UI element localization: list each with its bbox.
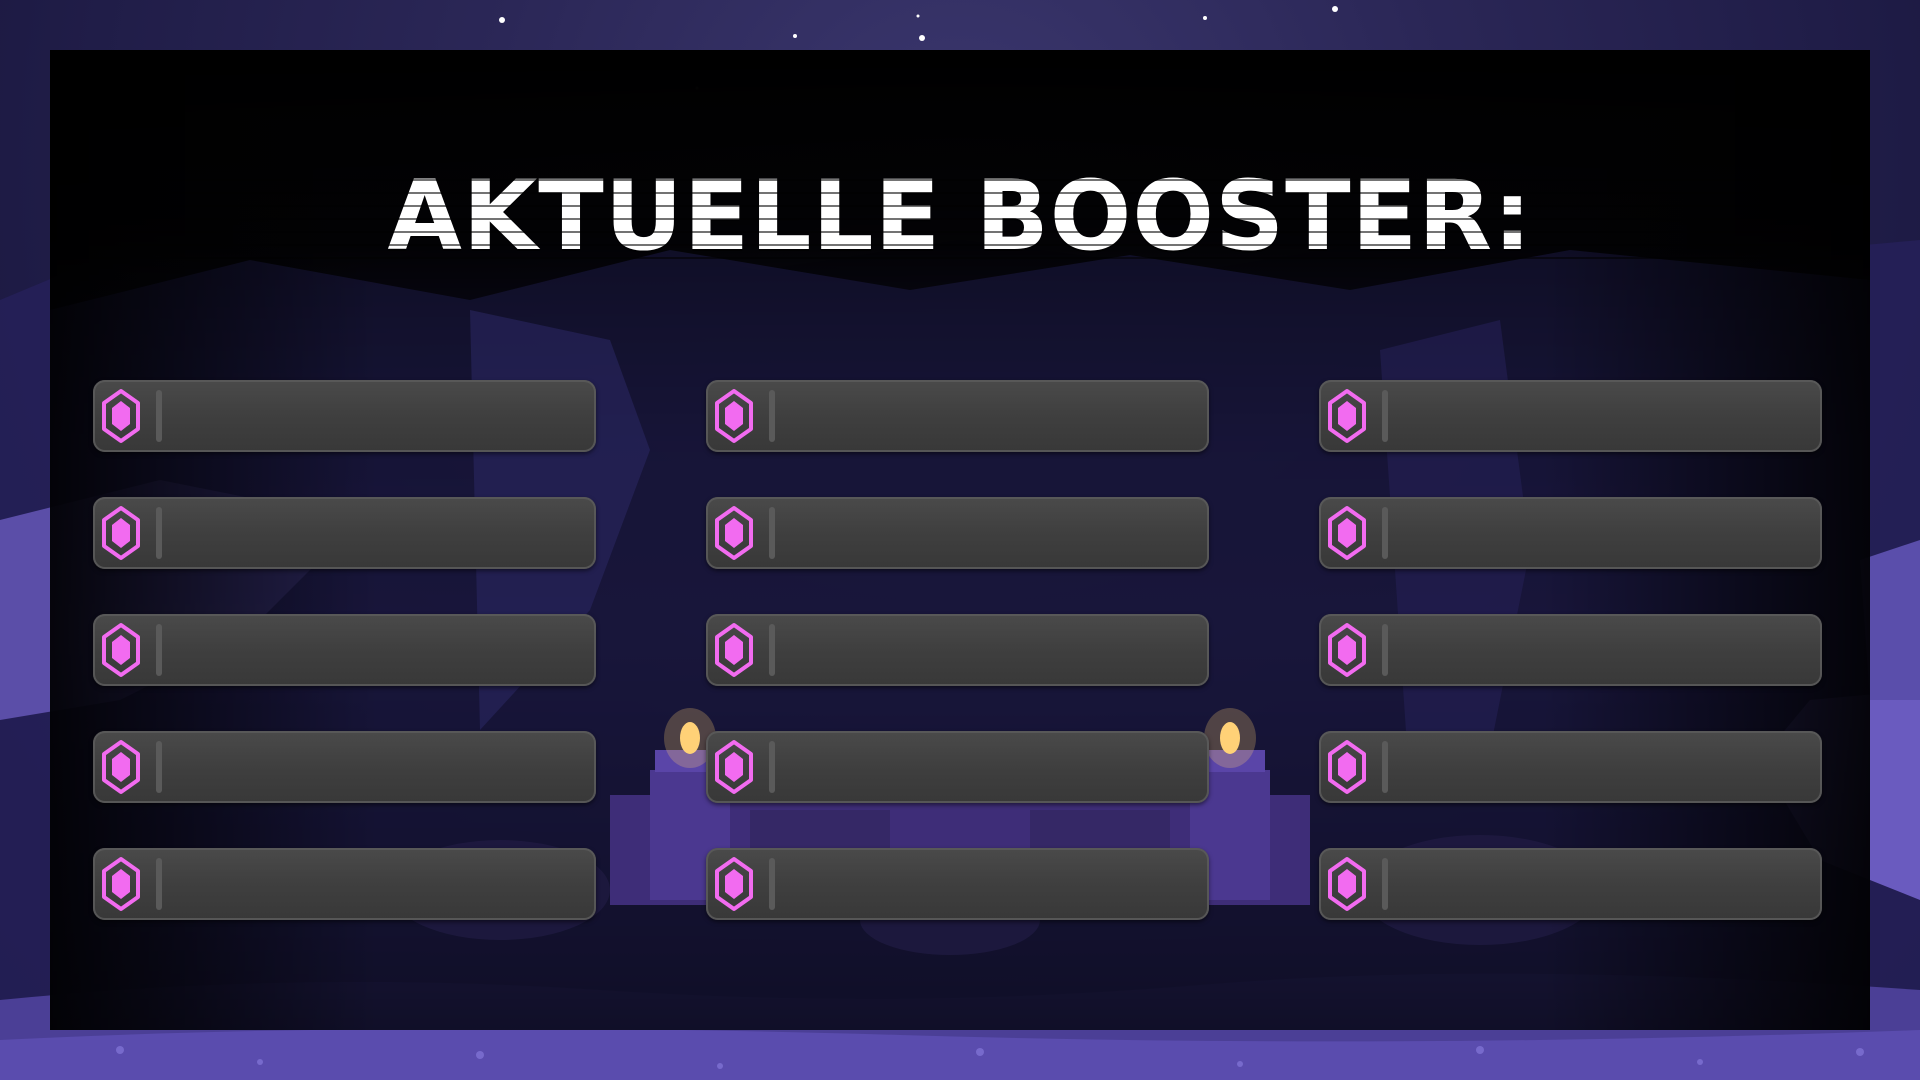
booster-slot-c2-r1[interactable] xyxy=(706,380,1209,452)
pink-gem-icon xyxy=(102,623,140,677)
slot-divider xyxy=(1382,741,1388,793)
booster-slot-c2-r4[interactable] xyxy=(706,731,1209,803)
pink-gem-icon xyxy=(1328,389,1366,443)
booster-slot-c1-r4[interactable] xyxy=(93,731,596,803)
slot-divider xyxy=(156,858,162,910)
slot-divider xyxy=(1382,624,1388,676)
pink-gem-icon xyxy=(102,389,140,443)
slot-divider xyxy=(156,390,162,442)
booster-slot-c3-r2[interactable] xyxy=(1319,497,1822,569)
booster-slot-c1-r5[interactable] xyxy=(93,848,596,920)
pink-gem-icon xyxy=(1328,740,1366,794)
slot-divider xyxy=(769,390,775,442)
pink-gem-icon xyxy=(1328,506,1366,560)
slot-divider xyxy=(769,741,775,793)
slot-divider xyxy=(156,624,162,676)
booster-slot-c1-r3[interactable] xyxy=(93,614,596,686)
pink-gem-icon xyxy=(715,623,753,677)
booster-slot-c1-r2[interactable] xyxy=(93,497,596,569)
booster-slot-c1-r1[interactable] xyxy=(93,380,596,452)
slot-divider xyxy=(156,741,162,793)
slot-divider xyxy=(769,624,775,676)
booster-slot-c3-r1[interactable] xyxy=(1319,380,1822,452)
slot-divider xyxy=(769,507,775,559)
pink-gem-icon xyxy=(715,857,753,911)
booster-slot-c2-r2[interactable] xyxy=(706,497,1209,569)
slot-divider xyxy=(769,858,775,910)
pink-gem-icon xyxy=(715,740,753,794)
pink-gem-icon xyxy=(102,857,140,911)
pink-gem-icon xyxy=(102,740,140,794)
overlay-scene: AKTUELLE BOOSTER: xyxy=(0,0,1920,1080)
pink-gem-icon xyxy=(715,506,753,560)
booster-grid xyxy=(93,380,1827,920)
page-title: AKTUELLE BOOSTER: xyxy=(387,160,1533,272)
pink-gem-icon xyxy=(715,389,753,443)
pink-gem-icon xyxy=(1328,857,1366,911)
booster-slot-c3-r3[interactable] xyxy=(1319,614,1822,686)
slot-divider xyxy=(1382,390,1388,442)
booster-slot-c2-r5[interactable] xyxy=(706,848,1209,920)
booster-slot-c3-r4[interactable] xyxy=(1319,731,1822,803)
booster-panel: AKTUELLE BOOSTER: xyxy=(50,50,1870,1030)
booster-slot-c2-r3[interactable] xyxy=(706,614,1209,686)
pink-gem-icon xyxy=(1328,623,1366,677)
booster-slot-c3-r5[interactable] xyxy=(1319,848,1822,920)
slot-divider xyxy=(1382,507,1388,559)
slot-divider xyxy=(1382,858,1388,910)
slot-divider xyxy=(156,507,162,559)
pink-gem-icon xyxy=(102,506,140,560)
